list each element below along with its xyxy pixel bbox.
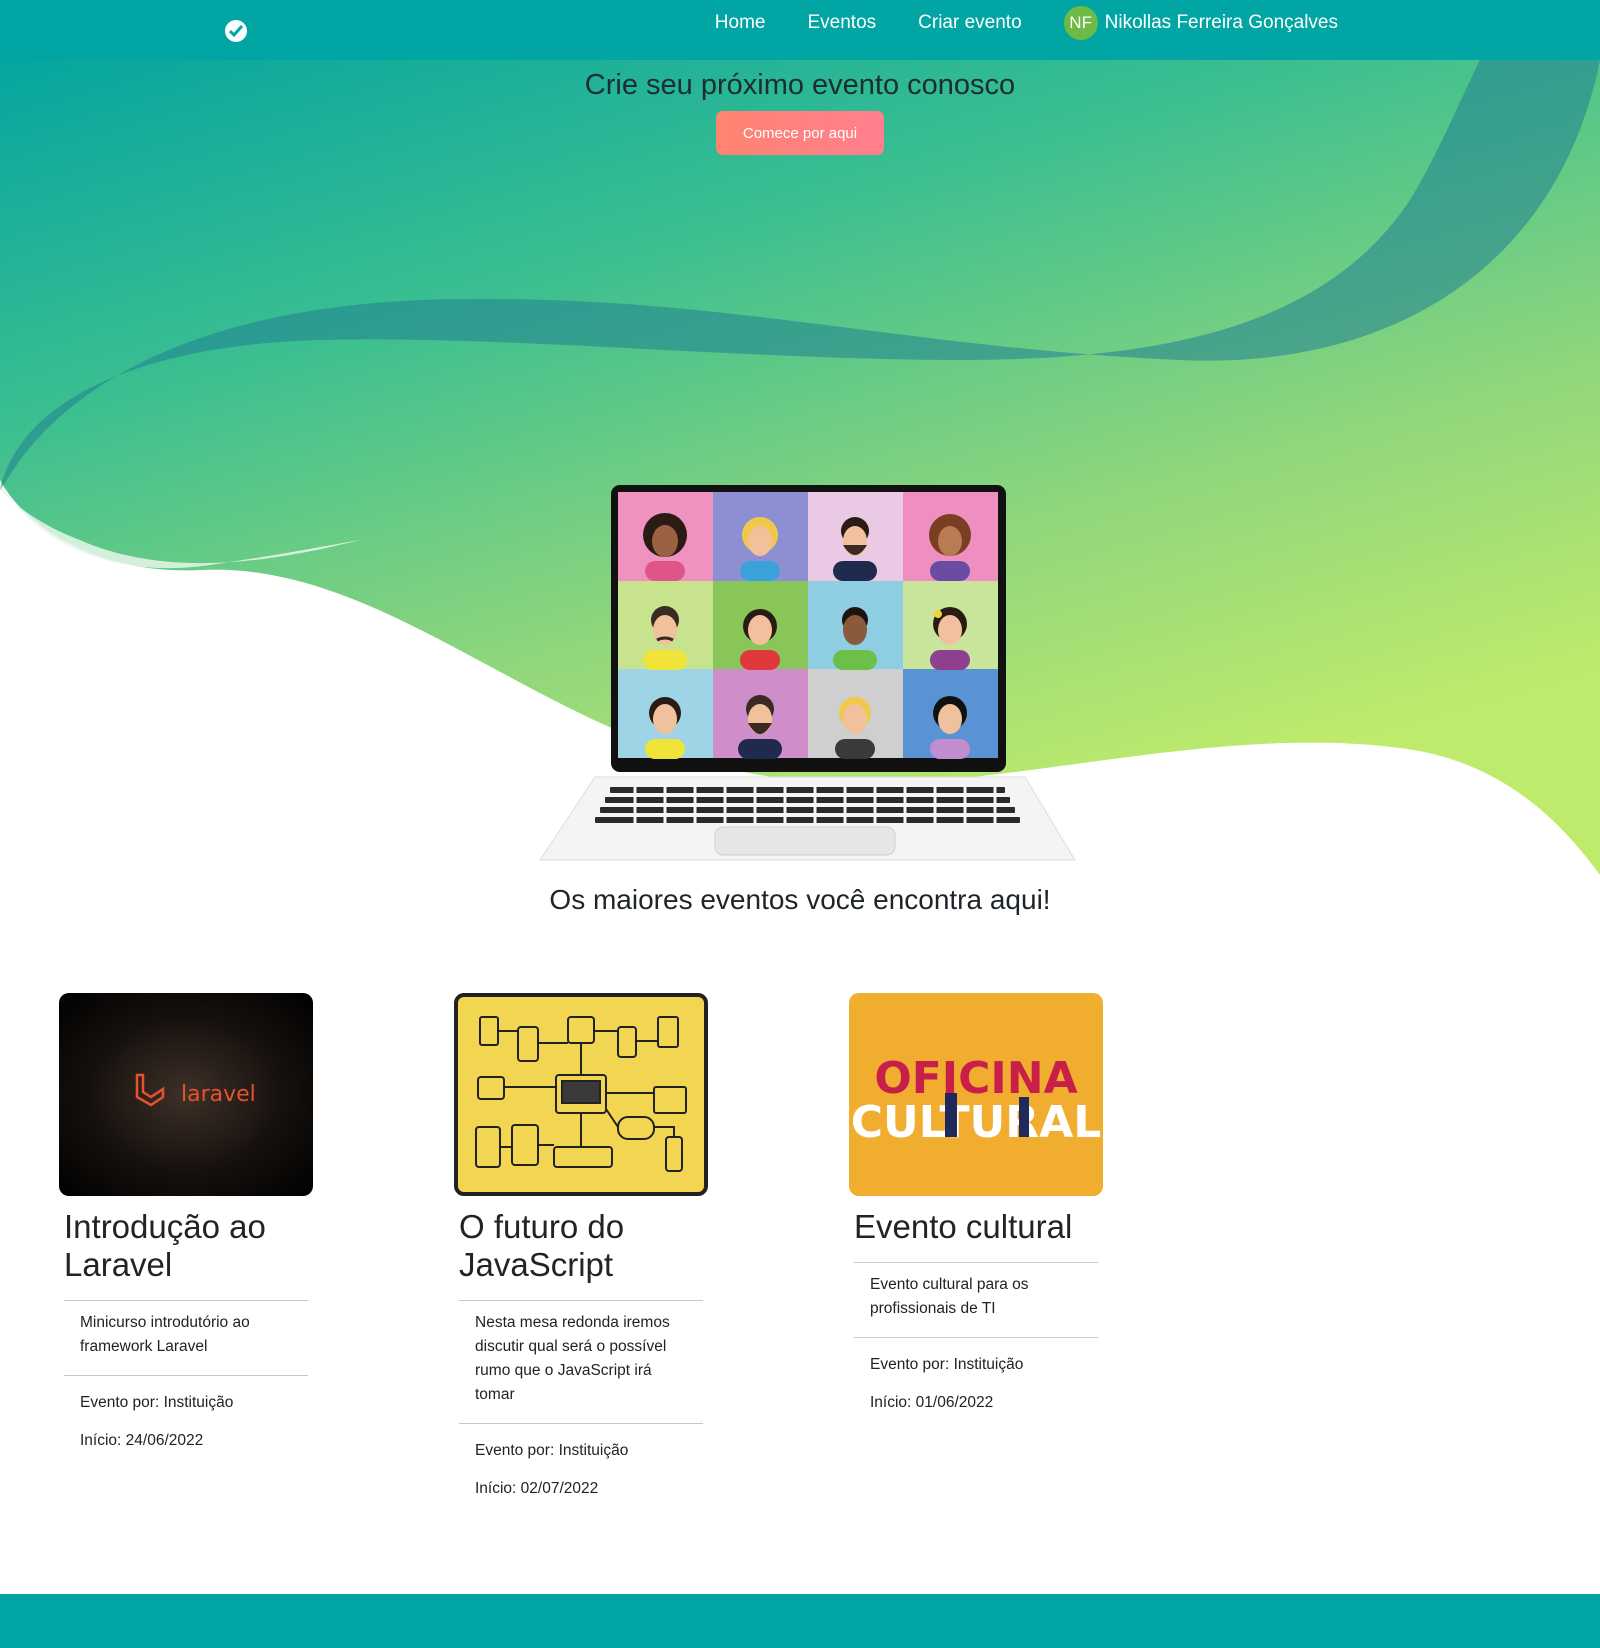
devices-circuit-image[interactable] bbox=[454, 993, 708, 1196]
laravel-logo-image[interactable]: laravel bbox=[59, 993, 313, 1196]
event-organizer: Evento por: Instituição bbox=[870, 1356, 1024, 1373]
nav-eventos-link[interactable]: Eventos bbox=[807, 12, 876, 34]
events-section-title: Os maiores eventos você encontra aqui! bbox=[549, 884, 1051, 915]
footer bbox=[0, 1594, 1600, 1648]
event-description: Minicurso introdutório ao framework Lara… bbox=[80, 1314, 250, 1355]
divider bbox=[64, 1375, 308, 1376]
oficina-cultural-logo: OFICINA CULTURAL bbox=[851, 1053, 1102, 1148]
cultural-logo-text: CULTURAL bbox=[851, 1097, 1102, 1148]
event-description: Nesta mesa redonda iremos discutir qual … bbox=[475, 1314, 670, 1403]
event-start-date: Início: 01/06/2022 bbox=[870, 1394, 994, 1411]
event-description: Evento cultural para os profissionais de… bbox=[870, 1276, 1029, 1317]
nav-links: Home Eventos Criar evento NF Nikollas Fe… bbox=[715, 0, 1338, 46]
event-start-date: Início: 02/07/2022 bbox=[475, 1480, 599, 1497]
navbar: Home Eventos Criar evento NF Nikollas Fe… bbox=[0, 0, 1600, 60]
event-start-date: Início: 24/06/2022 bbox=[80, 1432, 204, 1449]
user-menu[interactable]: NF Nikollas Ferreira Gonçalves bbox=[1063, 6, 1338, 40]
divider bbox=[854, 1337, 1098, 1338]
event-card[interactable]: laravel Introdução ao Laravel Minicurso … bbox=[59, 993, 313, 1450]
nav-home-link[interactable]: Home bbox=[715, 12, 766, 34]
event-title[interactable]: O futuro do JavaScript bbox=[454, 1196, 708, 1284]
event-organizer: Evento por: Instituição bbox=[80, 1394, 234, 1411]
event-title[interactable]: Introdução ao Laravel bbox=[59, 1196, 313, 1284]
divider bbox=[459, 1423, 703, 1424]
oficina-cultural-image[interactable]: OFICINA CULTURAL bbox=[849, 993, 1103, 1196]
user-name[interactable]: Nikollas Ferreira Gonçalves bbox=[1105, 12, 1338, 34]
nav-criar-evento-link[interactable]: Criar evento bbox=[918, 12, 1022, 34]
event-title[interactable]: Evento cultural bbox=[849, 1196, 1103, 1246]
hero-title: Crie seu próximo evento conosco bbox=[584, 69, 1016, 101]
laravel-icon: laravel bbox=[135, 1073, 256, 1107]
laptop-video-call-icon bbox=[539, 485, 1076, 861]
laravel-logo-text: laravel bbox=[181, 1082, 256, 1107]
avatar: NF bbox=[1063, 6, 1098, 40]
event-card[interactable]: OFICINA CULTURAL Evento cultural Evento … bbox=[849, 993, 1103, 1412]
check-circle-icon[interactable] bbox=[225, 20, 247, 42]
get-started-button[interactable]: Comece por aqui bbox=[716, 111, 884, 155]
event-card[interactable]: O futuro do JavaScript Nesta mesa redond… bbox=[454, 993, 708, 1498]
hero-section: Crie seu próximo evento conosco Comece p… bbox=[0, 60, 1600, 880]
event-organizer: Evento por: Instituição bbox=[475, 1442, 629, 1459]
devices-circuit-icon bbox=[475, 1016, 687, 1172]
